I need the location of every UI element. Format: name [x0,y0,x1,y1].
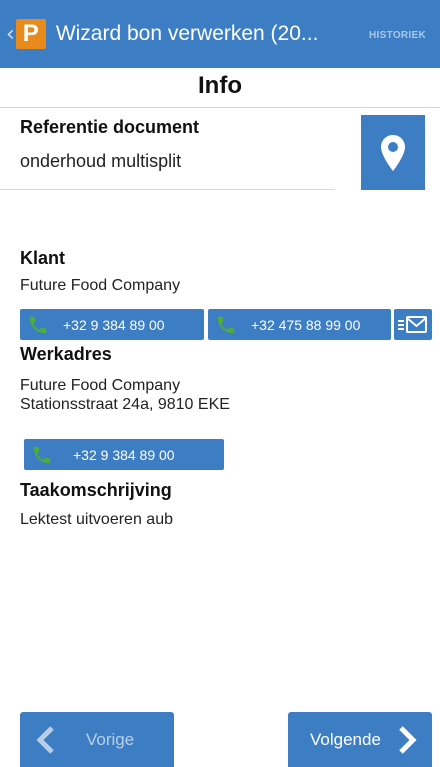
client-phone2-button[interactable]: +32 475 88 99 00 [208,309,391,340]
client-label: Klant [20,248,65,268]
message-icon [398,315,427,333]
app-bar: ‹ P Wizard bon verwerken (20... HISTORIE… [0,0,440,68]
phone-icon [217,316,235,333]
task-value: Lektest uitvoeren aub [20,511,173,528]
client-phone1-button[interactable]: +32 9 384 89 00 [20,309,204,340]
app-logo[interactable]: P [15,19,46,49]
reference-label: Referentie document [20,117,200,137]
chevron-left-icon [36,725,54,754]
location-button[interactable] [361,115,425,190]
next-label: Volgende [310,729,381,749]
previous-button[interactable]: Vorige [20,712,174,767]
divider [0,189,335,190]
phone-number: +32 9 384 89 00 [63,316,165,333]
chevron-right-icon [399,725,417,754]
previous-label: Vorige [86,729,135,749]
workaddress-line2: Stationsstraat 24a, 9810 EKE [20,396,230,413]
logo-letter: P [22,20,39,47]
history-button[interactable]: HISTORIEK [369,30,426,41]
next-button[interactable]: Volgende [288,712,432,767]
app-title: Wizard bon verwerken (20... [55,22,319,45]
workaddress-label: Werkadres [20,344,112,364]
divider [0,107,440,108]
task-label: Taakomschrijving [20,480,172,500]
client-name: Future Food Company [20,277,181,294]
page-title: Info [198,72,242,99]
workaddress-line1: Future Food Company [20,377,181,394]
reference-value: onderhoud multisplit [20,151,182,171]
message-button[interactable] [394,309,432,340]
phone-number: +32 475 88 99 00 [251,316,361,333]
location-pin-icon [381,134,405,171]
back-arrow-icon[interactable]: ‹ [6,22,15,47]
phone-number: +32 9 384 89 00 [73,446,175,463]
workaddress-phone-button[interactable]: +32 9 384 89 00 [24,439,224,470]
phone-icon [29,316,47,333]
phone-icon [33,446,51,463]
